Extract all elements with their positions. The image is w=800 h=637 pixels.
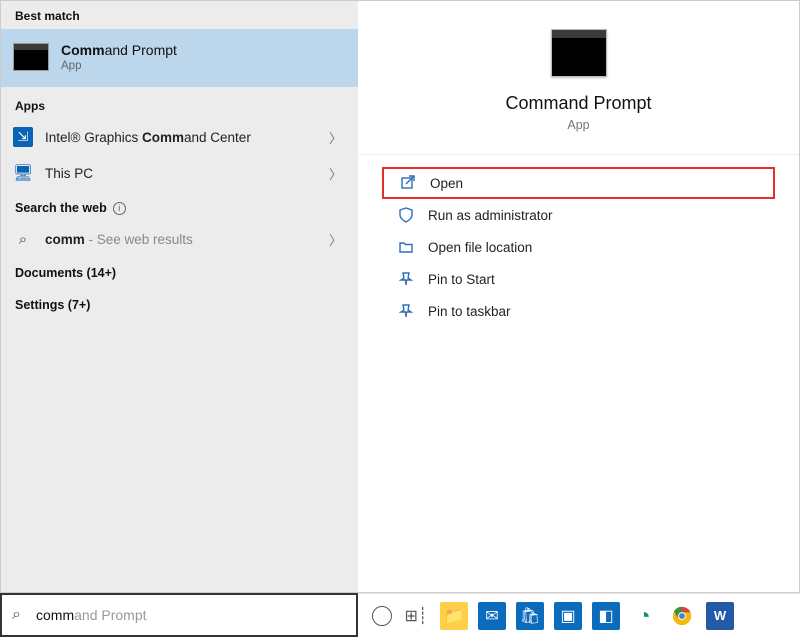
best-match-result[interactable]: Command Prompt App: [1, 29, 358, 87]
command-prompt-icon: [13, 43, 49, 71]
action-label: Open: [430, 176, 463, 191]
action-label: Pin to taskbar: [428, 304, 511, 319]
pin-to-start-action[interactable]: Pin to Start: [382, 263, 775, 295]
taskbar: ⊞┊ 📁 ✉ 🛍 ▣ ◧ ◔ W: [358, 593, 800, 637]
settings-category[interactable]: Settings (7+): [1, 289, 358, 321]
app-result-label: Intel® Graphics Command Center: [45, 130, 251, 145]
search-icon: ⌕: [12, 606, 21, 624]
pin-to-taskbar-action[interactable]: Pin to taskbar: [382, 295, 775, 327]
best-match-title: Command Prompt: [61, 42, 177, 58]
best-match-header: Best match: [1, 1, 358, 29]
search-results-pane: Best match Command Prompt App Apps ⇲ Int…: [1, 1, 358, 592]
this-pc-icon: 🖥: [13, 163, 33, 183]
task-view-icon[interactable]: ⊞┊: [402, 602, 430, 630]
chevron-right-icon: 〉: [329, 128, 342, 147]
chevron-right-icon: 〉: [329, 230, 342, 249]
action-label: Run as administrator: [428, 208, 553, 223]
store-icon[interactable]: 🛍: [516, 602, 544, 630]
search-input[interactable]: [31, 607, 346, 623]
word-icon[interactable]: W: [706, 602, 734, 630]
command-prompt-large-icon: [551, 29, 607, 77]
best-match-subtitle: App: [61, 60, 177, 72]
app-result-this-pc[interactable]: 🖥 This PC 〉: [1, 155, 358, 191]
app-icon[interactable]: ◧: [592, 602, 620, 630]
folder-icon: [398, 239, 414, 255]
open-action[interactable]: Open: [382, 167, 775, 199]
cortana-icon[interactable]: [372, 606, 392, 626]
chevron-right-icon: 〉: [329, 164, 342, 183]
preview-pane: Command Prompt App Open Run as administr…: [358, 1, 799, 592]
shield-icon: [398, 207, 414, 223]
documents-category[interactable]: Documents (14+): [1, 257, 358, 289]
photos-icon[interactable]: ▣: [554, 602, 582, 630]
web-result[interactable]: ⌕ comm - See web results 〉: [1, 221, 358, 257]
pin-icon: [398, 271, 414, 287]
file-explorer-icon[interactable]: 📁: [440, 602, 468, 630]
search-web-header: Search the web i: [1, 191, 358, 221]
preview-subtitle: App: [567, 118, 589, 132]
pin-icon: [398, 303, 414, 319]
info-icon: i: [113, 202, 126, 215]
open-file-location-action[interactable]: Open file location: [382, 231, 775, 263]
app-result-intel-graphics[interactable]: ⇲ Intel® Graphics Command Center 〉: [1, 119, 358, 155]
preview-title: Command Prompt: [505, 93, 651, 114]
action-label: Pin to Start: [428, 272, 495, 287]
search-box[interactable]: ⌕ command Prompt: [0, 593, 358, 637]
run-as-admin-action[interactable]: Run as administrator: [382, 199, 775, 231]
intel-icon: ⇲: [13, 127, 33, 147]
action-label: Open file location: [428, 240, 532, 255]
apps-header: Apps: [1, 87, 358, 119]
search-icon: ⌕: [13, 229, 33, 249]
web-result-label: comm - See web results: [45, 232, 193, 247]
chrome-icon[interactable]: [668, 602, 696, 630]
app-result-label: This PC: [45, 166, 93, 181]
open-icon: [400, 175, 416, 191]
mail-icon[interactable]: ✉: [478, 602, 506, 630]
edge-icon[interactable]: ◔: [630, 602, 658, 630]
